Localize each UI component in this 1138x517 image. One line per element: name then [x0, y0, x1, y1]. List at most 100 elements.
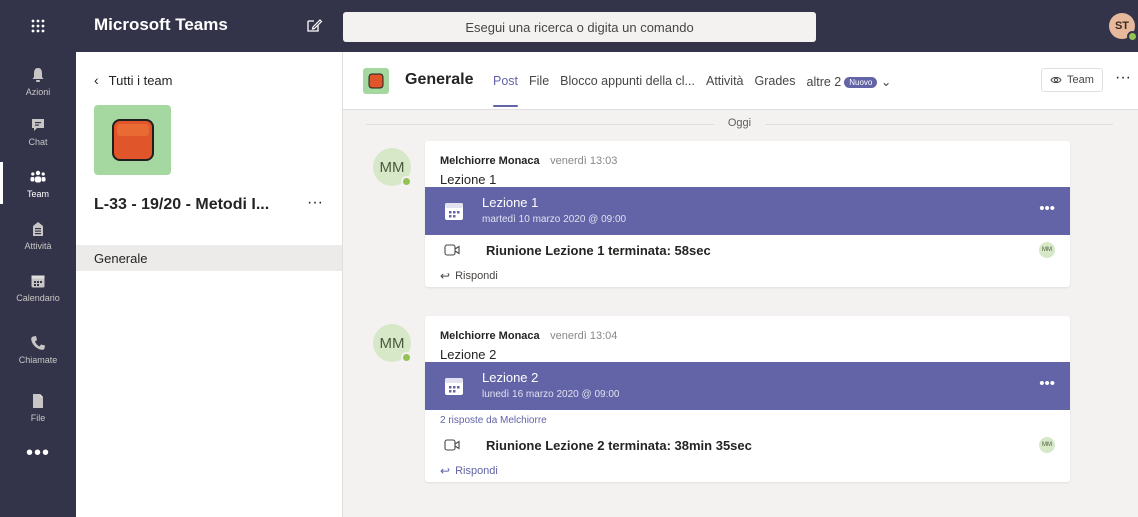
meeting-ended-text: Riunione Lezione 1 terminata: 58sec — [486, 243, 711, 258]
rail-label: File — [30, 412, 46, 423]
team-more-options-button[interactable]: ··· — [307, 194, 323, 212]
video-camera-icon — [444, 439, 460, 451]
presence-available-icon — [401, 352, 412, 363]
rail-item-file[interactable]: File — [0, 382, 76, 432]
team-panel: ‹ Tutti i team L-33 - 19/20 - Metodi I..… — [76, 52, 343, 517]
compose-icon[interactable] — [305, 16, 323, 34]
presence-available-icon — [401, 176, 412, 187]
file-icon — [33, 393, 43, 408]
rail-label: Chat — [28, 136, 48, 147]
eye-icon — [1050, 76, 1062, 84]
day-label: Oggi — [713, 117, 766, 129]
rail-label: Team — [26, 188, 49, 199]
presence-available-icon — [1127, 31, 1138, 42]
team-name: L-33 - 19/20 - Metodi I... — [94, 196, 270, 213]
tab-file[interactable]: File — [529, 74, 549, 89]
rail-label: Calendario — [16, 292, 60, 303]
chevron-left-icon: ‹ — [94, 72, 99, 88]
reply-button[interactable]: ↩ Rispondi — [425, 265, 1070, 287]
reply-arrow-icon: ↩ — [440, 269, 451, 283]
channel-title: Generale — [405, 71, 474, 88]
post-subject: Lezione 2 — [440, 347, 497, 362]
chevron-down-icon: ⌄ — [880, 75, 892, 89]
post-author[interactable]: Melchiorre Monaca — [440, 330, 540, 342]
day-separator: Oggi — [366, 117, 1113, 131]
bell-icon — [32, 67, 44, 82]
channel-tabs: Post File Blocco appunti della cl... Att… — [493, 74, 902, 107]
back-to-teams-link[interactable]: ‹ Tutti i team — [94, 72, 173, 88]
top-bar: Microsoft Teams Esegui una ricerca o dig… — [0, 0, 1138, 52]
meeting-ended-row: Riunione Lezione 1 terminata: 58sec MM — [425, 235, 1070, 265]
channel-label: Generale — [94, 250, 148, 266]
user-avatar[interactable]: ST — [1109, 13, 1138, 42]
replies-link[interactable]: 2 risposte da Melchiorre — [425, 410, 1070, 430]
rail-label: Attività — [24, 240, 52, 251]
search-input[interactable]: Esegui una ricerca o digita un comando — [343, 12, 816, 42]
meeting-card[interactable]: Lezione 1 martedì 10 marzo 2020 @ 09:00 … — [425, 187, 1070, 235]
chat-icon — [32, 118, 44, 131]
meeting-title: Lezione 2 — [482, 370, 539, 385]
calendar-icon — [445, 378, 463, 395]
participant-avatar[interactable]: MM — [1039, 437, 1055, 453]
app-title: Microsoft Teams — [94, 15, 228, 34]
phone-icon — [31, 335, 45, 350]
post-header: Melchiorre Monaca venerdì 13:04 Lezione … — [425, 316, 1070, 362]
meeting-ended-text: Riunione Lezione 2 terminata: 38min 35se… — [486, 438, 752, 453]
app-rail: Azioni Chat Team Attività Calendario Chi… — [0, 52, 76, 517]
rail-item-attivita[interactable]: Attività — [0, 210, 76, 260]
rail-item-team[interactable]: Team — [0, 158, 76, 208]
more-apps-button[interactable]: ••• — [0, 442, 76, 465]
author-avatar[interactable]: MM — [373, 324, 412, 363]
tab-more[interactable]: altre 2 Nuovo ⌄ — [807, 74, 892, 89]
team-button-label: Team — [1067, 74, 1094, 86]
reply-button[interactable]: ↩ Rispondi — [425, 460, 1070, 482]
search-placeholder: Esegui una ricerca o digita un comando — [465, 19, 694, 35]
author-initials: MM — [379, 158, 405, 176]
meeting-card[interactable]: Lezione 2 lunedì 16 marzo 2020 @ 09:00 •… — [425, 362, 1070, 410]
post-author[interactable]: Melchiorre Monaca — [440, 155, 540, 167]
reply-arrow-icon: ↩ — [440, 464, 451, 478]
teams-icon — [30, 170, 46, 182]
meeting-date: martedì 10 marzo 2020 @ 09:00 — [482, 214, 627, 225]
post-time: venerdì 13:04 — [550, 330, 618, 342]
rail-label: Chiamate — [18, 354, 58, 365]
tab-attivita[interactable]: Attività — [706, 74, 744, 89]
reply-label: Rispondi — [455, 465, 498, 477]
message-feed: Oggi MM Melchiorre Monaca venerdì 13:03 … — [343, 111, 1138, 517]
post-time: venerdì 13:03 — [550, 155, 618, 167]
team-logo-image — [111, 119, 154, 161]
post-card: Melchiorre Monaca venerdì 13:04 Lezione … — [425, 316, 1070, 482]
tab-post[interactable]: Post — [493, 74, 519, 107]
rail-item-chiamate[interactable]: Chiamate — [0, 324, 76, 374]
reply-label: Rispondi — [455, 270, 498, 282]
assignments-icon — [33, 221, 43, 236]
channel-item-generale[interactable]: Generale — [76, 245, 342, 271]
channel-more-options-button[interactable]: ··· — [1115, 69, 1131, 87]
team-logo — [94, 105, 171, 175]
channel-team-logo — [363, 68, 389, 94]
app-launcher-button[interactable] — [0, 0, 76, 52]
team-logo-small-icon — [368, 73, 384, 89]
channel-header: Generale Post File Blocco appunti della … — [343, 52, 1138, 110]
author-initials: MM — [379, 334, 405, 352]
rail-item-chat[interactable]: Chat — [0, 106, 76, 156]
post-subject: Lezione 1 — [440, 172, 497, 187]
video-camera-icon — [444, 244, 460, 256]
rail-label: Azioni — [25, 86, 51, 97]
tab-class-notebook[interactable]: Blocco appunti della cl... — [560, 74, 695, 89]
post-header: Melchiorre Monaca venerdì 13:03 Lezione … — [425, 141, 1070, 187]
meeting-title: Lezione 1 — [482, 195, 539, 210]
back-label: Tutti i team — [108, 72, 173, 88]
meeting-more-options-button[interactable]: ••• — [1039, 375, 1055, 392]
team-info-button[interactable]: Team — [1041, 68, 1103, 92]
new-badge: Nuovo — [844, 77, 878, 88]
tab-grades[interactable]: Grades — [755, 74, 796, 89]
participant-avatar[interactable]: MM — [1039, 242, 1055, 258]
rail-item-calendario[interactable]: Calendario — [0, 262, 76, 312]
more-tabs-label: altre 2 — [806, 75, 842, 89]
author-avatar[interactable]: MM — [373, 148, 412, 187]
calendar-icon — [445, 203, 463, 220]
waffle-icon — [31, 19, 45, 33]
rail-item-azioni[interactable]: Azioni — [0, 56, 76, 106]
meeting-more-options-button[interactable]: ••• — [1039, 200, 1055, 217]
